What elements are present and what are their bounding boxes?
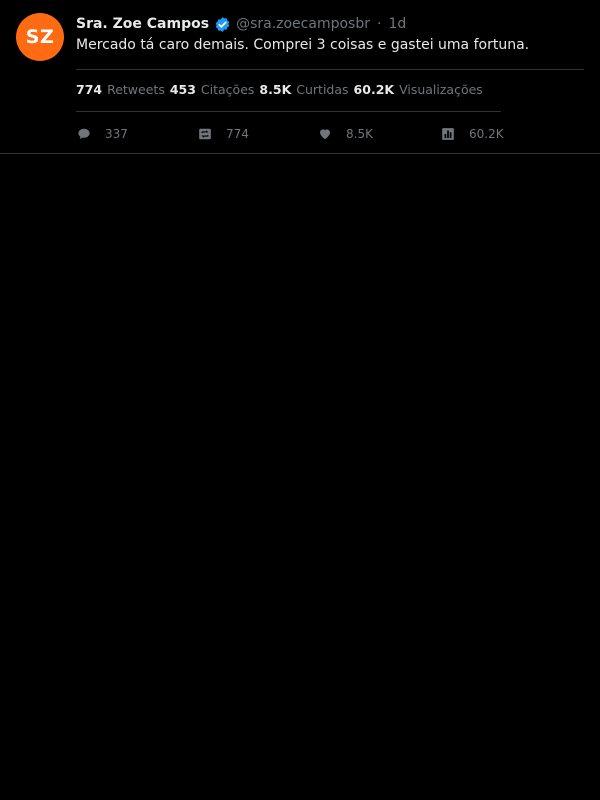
separator-dot: · bbox=[377, 16, 381, 32]
user-handle[interactable]: @sra.zoecamposbr bbox=[236, 16, 370, 32]
verified-badge-icon bbox=[214, 16, 231, 33]
quotes-label: Citações bbox=[201, 82, 255, 97]
like-count: 8.5K bbox=[346, 127, 373, 141]
tweet-text: Mercado tá caro demais. Comprei 3 coisas… bbox=[76, 37, 529, 53]
reply-icon bbox=[76, 126, 92, 142]
like-button[interactable]: 8.5K bbox=[317, 124, 373, 144]
divider bbox=[76, 111, 501, 112]
retweets-count[interactable]: 774 bbox=[76, 82, 102, 97]
heart-icon bbox=[317, 126, 333, 142]
tweet-stats: 774 Retweets 453 Citações 8.5K Curtidas … bbox=[76, 82, 488, 97]
retweet-icon bbox=[197, 126, 213, 142]
views-label: Visualizações bbox=[399, 82, 483, 97]
likes-count[interactable]: 8.5K bbox=[259, 82, 291, 97]
views-icon bbox=[440, 126, 456, 142]
avatar-initials: SZ bbox=[26, 26, 54, 48]
views-count: 60.2K bbox=[469, 127, 504, 141]
tweet-actions: 337 774 8.5K bbox=[76, 124, 506, 144]
tweet-header: Sra. Zoe Campos @sra.zoecamposbr · 1d bbox=[76, 13, 406, 35]
quotes-count[interactable]: 453 bbox=[170, 82, 196, 97]
tweet-timestamp[interactable]: 1d bbox=[388, 16, 406, 32]
reply-button[interactable]: 337 bbox=[76, 124, 128, 144]
views-count: 60.2K bbox=[354, 82, 395, 97]
retweets-label: Retweets bbox=[107, 82, 165, 97]
retweet-count: 774 bbox=[226, 127, 249, 141]
reply-count: 337 bbox=[105, 127, 128, 141]
views-button[interactable]: 60.2K bbox=[440, 124, 504, 144]
divider bbox=[76, 69, 584, 70]
tweet-card[interactable]: SZ Sra. Zoe Campos @sra.zoecamposbr · 1d… bbox=[0, 0, 600, 154]
avatar[interactable]: SZ bbox=[16, 13, 64, 61]
likes-label: Curtidas bbox=[296, 82, 348, 97]
display-name[interactable]: Sra. Zoe Campos bbox=[76, 16, 209, 32]
retweet-button[interactable]: 774 bbox=[197, 124, 249, 144]
